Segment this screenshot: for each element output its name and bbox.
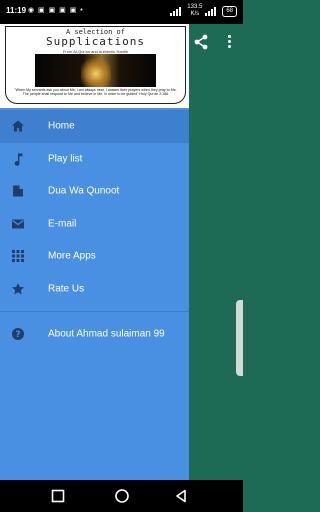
cell-signal-icon: [205, 6, 219, 16]
banner-artwork: [35, 54, 156, 87]
status-right: 133.5 K/s 68: [170, 4, 237, 18]
menu-item-rate-us[interactable]: Rate Us: [0, 273, 189, 306]
menu-item-more-apps[interactable]: More Apps: [0, 240, 189, 273]
document-icon: [11, 184, 25, 198]
menu-label-more-apps: More Apps: [48, 250, 96, 262]
home-icon: [11, 119, 25, 133]
header-banner: A selection of Supplications From Al-Qur…: [5, 26, 186, 104]
menu-label-play-list: Play list: [48, 153, 83, 165]
status-bar: 11:19 ◉ ▣ ▣ ▣ ▣ • 133.5 K/s 68: [0, 0, 243, 24]
back-button[interactable]: [173, 488, 189, 504]
banner-title: Supplications: [45, 35, 146, 48]
notification-icons: ◉ ▣ ▣ ▣ ▣ •: [28, 7, 84, 14]
menu-item-email[interactable]: E-mail: [0, 208, 189, 241]
menu-label-about: About Ahmad sulaiman 99: [48, 328, 165, 340]
menu-label-dua-wa-qunoot: Dua Wa Qunoot: [48, 185, 120, 197]
recents-button[interactable]: [50, 488, 66, 504]
menu-label-home: Home: [48, 120, 75, 132]
menu-item-about[interactable]: ? About Ahmad sulaiman 99: [0, 318, 189, 351]
system-nav-bar: [0, 480, 243, 512]
navigation-drawer: A selection of Supplications From Al-Qur…: [0, 24, 189, 480]
banner-quote: "When My servants ask you about Me, I am…: [14, 88, 177, 96]
share-icon[interactable]: [193, 34, 209, 50]
email-icon: [11, 217, 25, 231]
music-note-icon: [11, 152, 25, 166]
menu-item-home[interactable]: Home: [0, 110, 189, 143]
home-button[interactable]: [114, 488, 130, 504]
menu-label-email: E-mail: [48, 218, 77, 230]
menu-label-rate-us: Rate Us: [48, 283, 85, 295]
status-time: 11:19: [6, 6, 27, 15]
star-icon: [11, 282, 25, 296]
network-speed: 133.5 K/s: [187, 4, 203, 17]
svg-text:?: ?: [15, 330, 20, 340]
menu-divider: [0, 311, 189, 312]
menu-item-play-list[interactable]: Play list: [0, 143, 189, 176]
grid-icon: [11, 249, 25, 263]
help-icon: ?: [11, 327, 25, 341]
wifi-signal-icon: [170, 6, 184, 16]
drawer-header: A selection of Supplications From Al-Qur…: [0, 24, 189, 108]
battery-icon: 68: [222, 5, 237, 17]
menu-item-dua-wa-qunoot[interactable]: Dua Wa Qunoot: [0, 175, 189, 208]
drawer-menu: Home Play list Dua Wa Qunoot E-mail More…: [0, 110, 189, 351]
scroll-handle[interactable]: [236, 300, 243, 376]
overflow-menu-icon[interactable]: [226, 34, 232, 50]
